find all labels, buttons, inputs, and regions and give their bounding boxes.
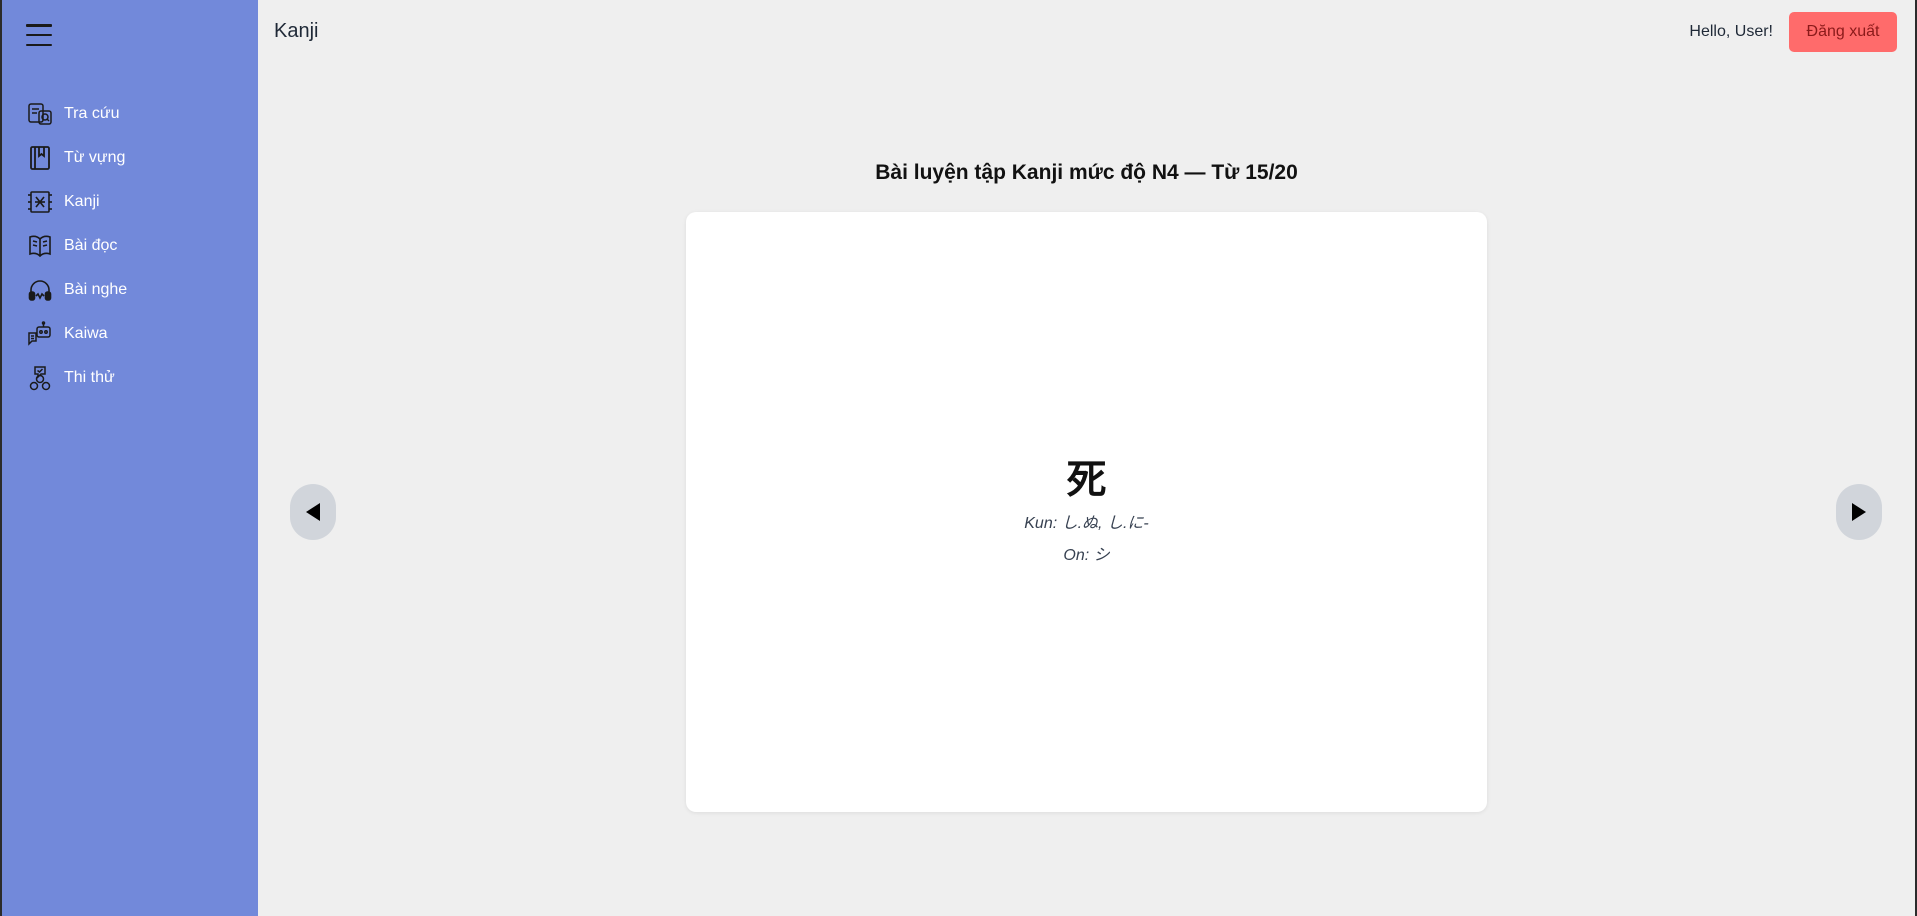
sidebar-item-label: Bài đọc <box>64 237 118 254</box>
sidebar-item-kaiwa[interactable]: Kaiwa <box>2 312 258 356</box>
previous-button[interactable] <box>290 484 336 540</box>
sidebar-item-label: Từ vựng <box>64 149 126 166</box>
sidebar-item-bai-doc[interactable]: Bài đọc <box>2 224 258 268</box>
arrow-right-icon <box>1852 503 1866 521</box>
sidebar-item-label: Tra cứu <box>64 105 120 122</box>
sidebar-item-thi-thu[interactable]: Thi thử <box>2 356 258 400</box>
top-header: Kanji Hello, User! Đăng xuất <box>258 0 1915 64</box>
user-greeting: Hello, User! <box>1689 23 1773 40</box>
sidebar-item-bai-nghe[interactable]: Bài nghe <box>2 268 258 312</box>
kanji-character: 死 <box>1066 457 1107 503</box>
sidebar-item-kanji[interactable]: Kanji <box>2 180 258 224</box>
sidebar-item-label: Kaiwa <box>64 325 108 342</box>
sidebar: Tra cứu Từ vựng Kanji Bài đọc Bài nghe K… <box>2 0 258 916</box>
logout-button[interactable]: Đăng xuất <box>1789 12 1897 52</box>
sidebar-item-tra-cuu[interactable]: Tra cứu <box>2 92 258 136</box>
app-window: Tra cứu Từ vựng Kanji Bài đọc Bài nghe K… <box>2 0 1915 916</box>
sidebar-item-label: Thi thử <box>64 369 115 386</box>
lookup-icon <box>26 100 54 128</box>
robot-chat-icon <box>26 320 54 348</box>
quiz-icon <box>26 364 54 392</box>
hamburger-menu-icon[interactable] <box>26 24 52 46</box>
flashcard[interactable]: 死 Kun: し.ぬ, し.に- On: シ <box>686 212 1487 812</box>
open-book-icon <box>26 232 54 260</box>
next-button[interactable] <box>1836 484 1882 540</box>
page-title: Kanji <box>274 20 319 42</box>
sidebar-nav: Tra cứu Từ vựng Kanji Bài đọc Bài nghe K… <box>2 92 258 400</box>
sidebar-item-label: Bài nghe <box>64 281 128 298</box>
sidebar-item-label: Kanji <box>64 193 100 210</box>
book-icon <box>26 144 54 172</box>
kanji-icon <box>26 188 54 216</box>
exercise-title: Bài luyện tập Kanji mức độ N4 — Từ 15/20 <box>875 161 1298 184</box>
on-reading: On: シ <box>1063 547 1110 564</box>
headphones-icon <box>26 276 54 304</box>
sidebar-item-tu-vung[interactable]: Từ vựng <box>2 136 258 180</box>
kun-reading: Kun: し.ぬ, し.に- <box>1024 515 1149 532</box>
arrow-left-icon <box>306 503 320 521</box>
